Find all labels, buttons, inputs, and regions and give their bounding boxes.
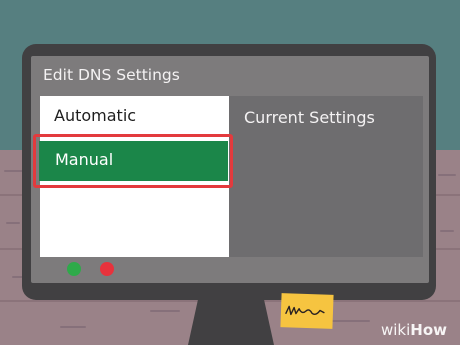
watermark-suffix: How xyxy=(410,321,448,339)
desk-grain xyxy=(60,326,86,328)
scribble-icon xyxy=(285,305,325,316)
watermark-prefix: wiki xyxy=(381,321,411,339)
desk-grain xyxy=(6,222,20,224)
desk-grain xyxy=(150,310,180,312)
dialog-title: Edit DNS Settings xyxy=(43,66,180,84)
wikihow-watermark: wikiHow xyxy=(381,321,447,339)
green-indicator-icon xyxy=(67,262,81,276)
illustration-scene: Edit DNS Settings Automatic Manual Curre… xyxy=(0,0,460,345)
desk-grain xyxy=(438,174,456,176)
monitor-stand xyxy=(188,298,274,345)
red-indicator-icon xyxy=(100,262,114,276)
option-automatic[interactable]: Automatic xyxy=(54,106,136,125)
selection-highlight-outline xyxy=(33,134,233,188)
current-settings-title: Current Settings xyxy=(244,108,375,127)
desk-grain xyxy=(330,320,370,322)
sticky-note-icon xyxy=(280,293,334,329)
desk-grain xyxy=(440,230,454,232)
